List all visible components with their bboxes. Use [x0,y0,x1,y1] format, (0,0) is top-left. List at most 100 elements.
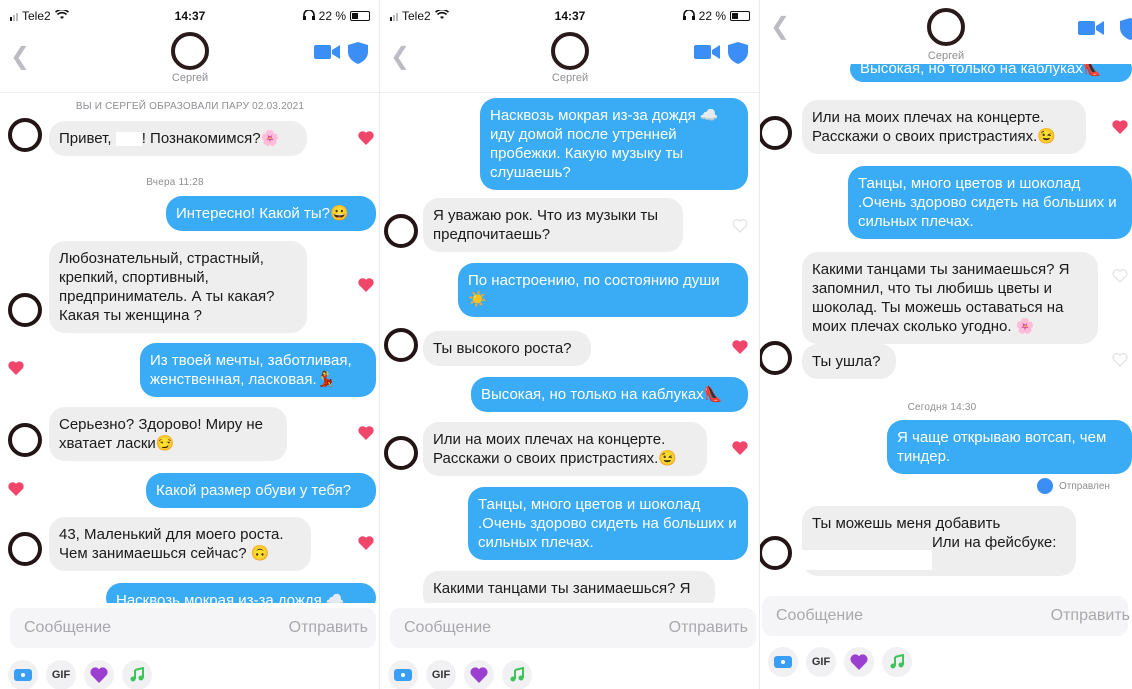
outgoing-message[interactable]: Насквозь мокрая из-за дождя ☁️ иду домой… [480,98,748,190]
contact-name[interactable]: Сергей [380,72,760,84]
headphones-icon [682,9,695,23]
message-input[interactable]: Сообщение Отправить [762,596,1130,636]
incoming-message[interactable]: Ты можешь меня добавить Или на фейсбуке: [802,506,1076,576]
chat-screen-1: Tele2 14:37 22 % ❮ Сергей ВЫ И СЕРГЕЙ ОБ… [0,0,380,689]
message-input[interactable]: Сообщение Отправить [390,608,756,648]
message-input[interactable]: Сообщение Отправить [10,608,376,648]
video-camera-icon[interactable] [314,44,340,60]
chevron-left-icon[interactable]: ❮ [10,42,30,70]
heart-sticker-icon [90,667,108,683]
outgoing-message[interactable]: По настроению, по состоянию души ☀️ [458,263,748,317]
music-note-icon [510,667,524,682]
incoming-message[interactable]: Любознательный, страстный, крепкий, спор… [49,241,307,333]
status-bar: Tele2 14:37 22 % [380,6,760,26]
outgoing-message[interactable]: Интересно! Какой ты?😀 [166,196,376,231]
send-button[interactable]: Отправить [1051,607,1130,625]
chat-header: ❮ Сергей [0,30,380,92]
ticket-icon [774,656,792,668]
incoming-message[interactable]: Ты высокого роста? [423,331,591,366]
heart-icon[interactable] [732,339,748,354]
heart-icon[interactable] [358,425,374,440]
heart-icon[interactable] [1112,352,1128,367]
avatar[interactable] [760,116,792,150]
avatar[interactable] [171,32,209,70]
gif-button[interactable]: GIF [426,660,456,689]
incoming-message[interactable]: Привет, ! Познакомимся?🌸 [49,121,307,156]
chevron-left-icon[interactable]: ❮ [390,42,410,70]
attachment-toolbar: GIF [8,660,152,689]
avatar[interactable] [8,423,42,457]
outgoing-message[interactable]: Танцы, много цветов и шоколад .Очень здо… [848,166,1132,239]
heart-sticker-icon [470,667,488,683]
sticker-button[interactable] [768,647,798,677]
avatar[interactable] [760,341,792,375]
outgoing-message[interactable]: Из твоей мечты, заботливая, женственная,… [140,343,376,397]
outgoing-message[interactable]: Какой размер обуви у тебя? [146,473,376,508]
incoming-message[interactable]: Какими танцами ты занимаешься? Я запомни… [802,252,1098,344]
avatar[interactable] [8,293,42,327]
incoming-message[interactable]: Серьезно? Здорово! Миру не хватает ласки… [49,407,287,461]
heart-icon[interactable] [8,360,24,375]
outgoing-message[interactable]: Насквозь мокрая из-за дождя ☁️ [106,583,376,603]
message-list[interactable]: ВЫ И СЕРГЕЙ ОБРАЗОВАЛИ ПАРУ 02.03.2021 П… [0,93,380,603]
message-placeholder: Сообщение [24,619,112,636]
contact-name[interactable]: Сергей [0,72,380,84]
sticker-pack-button[interactable] [84,660,114,689]
avatar[interactable] [384,214,418,248]
heart-icon[interactable] [358,130,374,145]
send-button[interactable]: Отправить [289,619,368,637]
avatar[interactable] [760,536,792,570]
message-list[interactable]: Насквозь мокрая из-за дождя ☁️ иду домой… [380,93,760,603]
heart-icon[interactable] [732,440,748,455]
avatar[interactable] [927,8,965,46]
sticker-pack-button[interactable] [844,647,874,677]
sticker-pack-button[interactable] [464,660,494,689]
heart-icon[interactable] [358,535,374,550]
video-camera-icon[interactable] [694,44,720,60]
gif-button[interactable]: GIF [46,660,76,689]
avatar[interactable] [8,532,42,566]
heart-sticker-icon [850,654,868,670]
avatar[interactable] [8,118,42,152]
heart-icon[interactable] [1112,268,1128,283]
sticker-button[interactable] [388,660,418,689]
message-placeholder: Сообщение [404,619,492,636]
outgoing-message[interactable]: Я чаще открываю вотсап, чем тиндер. [887,420,1132,474]
avatar[interactable] [384,436,418,470]
incoming-message[interactable]: Какими танцами ты занимаешься? Я [423,571,715,603]
music-note-icon [130,667,144,682]
chat-screen-2: Tele2 14:37 22 % ❮ Сергей Насквозь мокра… [380,0,760,689]
heart-icon[interactable] [732,218,748,233]
outgoing-message[interactable]: Высокая, но только на каблуках👠 [471,377,748,412]
chat-header: ❮ Сергей [380,30,760,92]
avatar[interactable] [551,32,589,70]
incoming-message[interactable]: Или на моих плечах на концерте. Расскажи… [423,422,707,476]
incoming-message[interactable]: Ты ушла? [802,344,896,379]
incoming-message[interactable]: Или на моих плечах на концерте. Расскажи… [802,100,1086,154]
heart-icon[interactable] [8,481,24,496]
message-list[interactable]: Высокая, но только на каблуках👠 Или на м… [760,64,1132,594]
music-button[interactable] [882,647,912,677]
heart-icon[interactable] [358,277,374,292]
redacted-name [115,132,142,147]
sticker-button[interactable] [8,660,38,689]
shield-icon[interactable] [728,42,748,64]
heart-icon[interactable] [1112,119,1128,134]
date-separator: Сегодня 14:30 [907,402,977,413]
chat-header: ❮ Сергей [760,0,1132,62]
music-button[interactable] [502,660,532,689]
contact-name[interactable]: Сергей [760,50,1132,62]
chevron-left-icon[interactable]: ❮ [770,12,790,40]
video-camera-icon[interactable] [1078,20,1104,36]
shield-icon[interactable] [348,42,368,64]
outgoing-message[interactable]: Высокая, но только на каблуках👠 [850,64,1132,82]
incoming-message[interactable]: 43, Маленький для моего роста. Чем заним… [49,517,311,571]
music-button[interactable] [122,660,152,689]
outgoing-message[interactable]: Танцы, много цветов и шоколад .Очень здо… [468,487,748,560]
battery-icon [350,11,370,21]
shield-icon[interactable] [1120,18,1132,40]
avatar[interactable] [384,328,418,362]
incoming-message[interactable]: Я уважаю рок. Что из музыки ты предпочит… [423,198,683,252]
gif-button[interactable]: GIF [806,647,836,677]
send-button[interactable]: Отправить [669,619,748,637]
